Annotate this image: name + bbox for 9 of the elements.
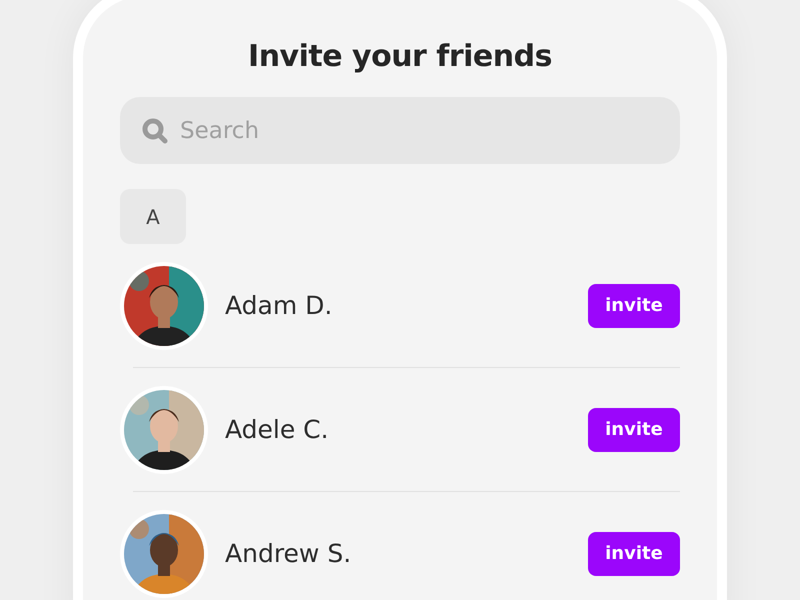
invite-button[interactable]: invite [588, 284, 680, 328]
invite-button[interactable]: invite [588, 408, 680, 452]
contact-name: Adam D. [225, 291, 334, 320]
contact-name: Andrew S. [225, 539, 352, 568]
search-field[interactable]: Search [120, 97, 680, 164]
contact-name: Adele C. [225, 415, 330, 444]
section-header: A [120, 189, 186, 244]
invite-button[interactable]: invite [588, 532, 680, 576]
page-title: Invite your friends [247, 38, 553, 76]
